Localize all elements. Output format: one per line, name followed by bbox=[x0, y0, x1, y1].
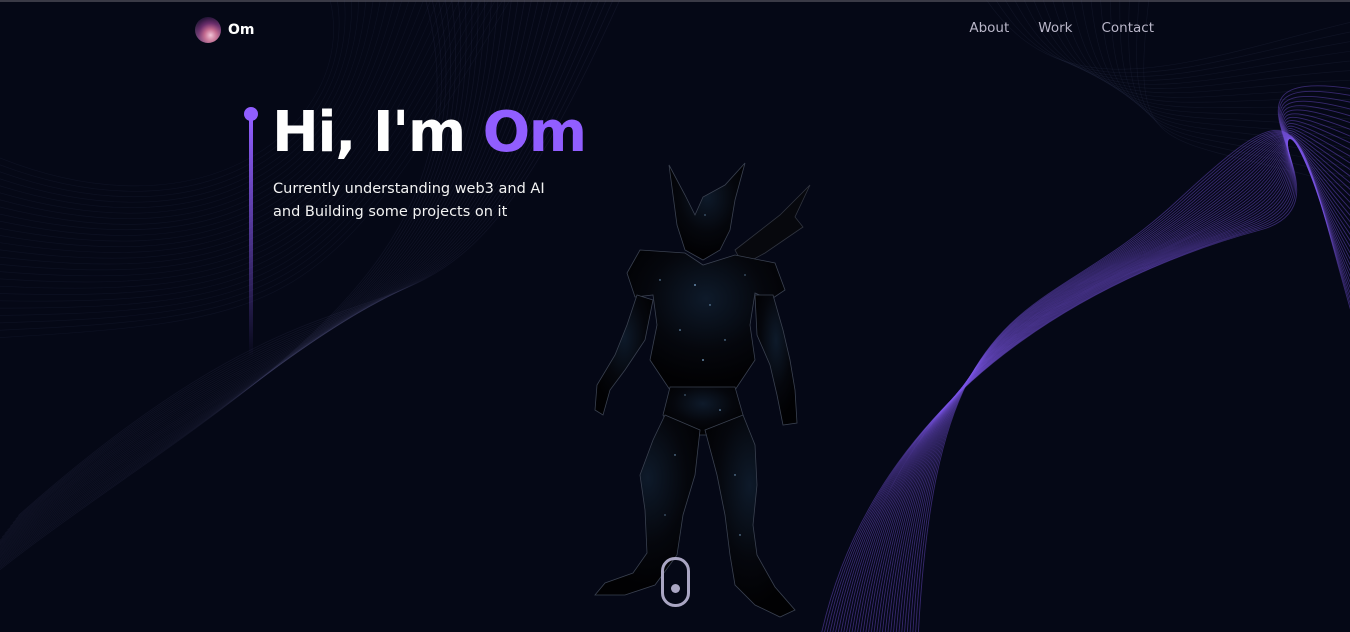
hero-accent-dot bbox=[244, 107, 258, 121]
brand-link[interactable]: Om bbox=[195, 17, 255, 43]
nav-link-work[interactable]: Work bbox=[1038, 20, 1072, 36]
hero-subtitle-line2: and Building some projects on it bbox=[273, 204, 508, 220]
character-3d-model[interactable] bbox=[585, 155, 820, 625]
scroll-mouse-icon[interactable] bbox=[661, 557, 690, 607]
nav-link-contact[interactable]: Contact bbox=[1101, 20, 1154, 36]
hero-subtitle: Currently understanding web3 and AI and … bbox=[273, 178, 593, 224]
hero-subtitle-line1: Currently understanding web3 and AI bbox=[273, 181, 545, 197]
hero-accent-line bbox=[244, 107, 258, 357]
hero-name: Om bbox=[482, 100, 587, 165]
scroll-dot bbox=[671, 584, 680, 593]
hero-accent-bar bbox=[249, 120, 253, 357]
avatar-logo-icon bbox=[195, 17, 221, 43]
nav-link-about[interactable]: About bbox=[969, 20, 1009, 36]
hero-title: Hi, I'm Om bbox=[272, 100, 587, 165]
brand-name: Om bbox=[228, 22, 255, 38]
navbar: Om About Work Contact bbox=[0, 0, 1350, 60]
hero-greeting: Hi, I'm bbox=[272, 100, 483, 165]
nav-links: About Work Contact bbox=[969, 20, 1154, 36]
